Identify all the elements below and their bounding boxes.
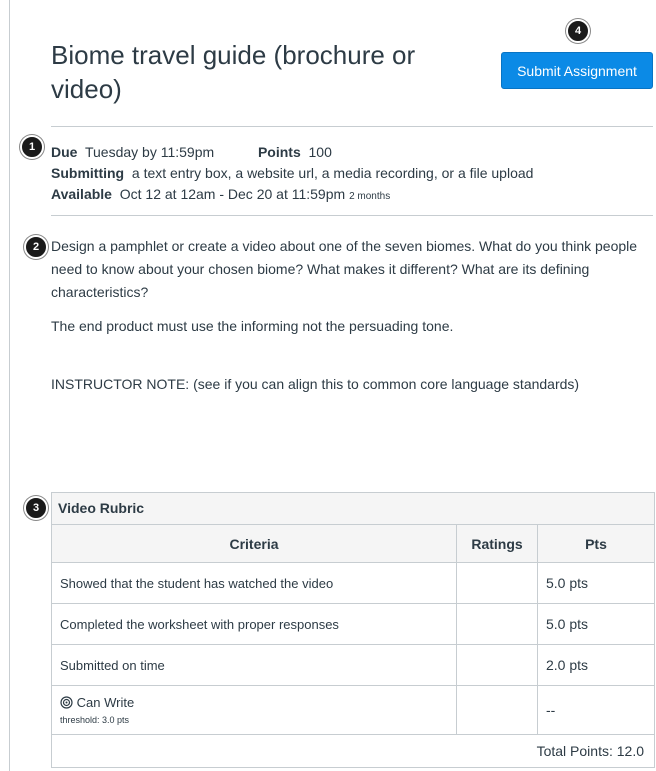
assignment-details: Due Tuesday by 11:59pm Points 100 Submit…: [51, 142, 533, 207]
outcome-name: Can Write: [76, 695, 135, 710]
criteria-header: Criteria: [52, 525, 457, 563]
criterion-points: 5.0 pts: [537, 562, 654, 604]
available-duration: 2 months: [349, 191, 391, 202]
description-paragraph: The end product must use the informing n…: [51, 318, 454, 334]
page-title: Biome travel guide (brochure or video): [51, 40, 416, 104]
criterion-points: 2.0 pts: [537, 644, 654, 686]
criterion-description: Submitted on time: [52, 644, 457, 686]
points-label: Points: [257, 144, 301, 160]
submitting-label: Submitting: [51, 165, 125, 181]
submitting-row: Submitting a text entry box, a website u…: [51, 163, 533, 184]
criterion-description: Showed that the student has watched the …: [52, 562, 457, 604]
rubric-total-points: Total Points: 12.0: [536, 743, 644, 759]
criterion-ratings: [456, 603, 538, 645]
available-label: Available: [51, 186, 112, 202]
left-border: [9, 0, 10, 771]
submitting-value: a text entry box, a website url, a media…: [131, 165, 534, 181]
due-row: Due Tuesday by 11:59pm Points 100: [51, 142, 533, 163]
criterion-description: Completed the worksheet with proper resp…: [52, 603, 457, 645]
table-row: Showed that the student has watched the …: [52, 562, 654, 604]
points-value: 100: [308, 144, 332, 160]
callout-badge-3: 3: [24, 496, 48, 520]
due-value: Tuesday by 11:59pm: [84, 144, 215, 160]
table-row: Completed the worksheet with proper resp…: [52, 603, 654, 645]
target-icon: [60, 696, 73, 712]
criterion-ratings: [456, 644, 538, 686]
rubric-header-row: Criteria Ratings Pts: [52, 525, 654, 563]
outcome-ratings: [456, 685, 538, 735]
table-row: Submitted on time 2.0 pts: [52, 644, 654, 686]
instructor-note: INSTRUCTOR NOTE: (see if you can align t…: [51, 376, 580, 392]
ratings-header: Ratings: [456, 525, 538, 563]
submit-assignment-button[interactable]: Submit Assignment: [501, 52, 653, 89]
outcome-cell: Can Write threshold: 3.0 pts: [52, 685, 457, 735]
callout-badge-1: 1: [20, 135, 44, 159]
rubric-table: Criteria Ratings Pts Showed that the stu…: [52, 525, 654, 735]
description-paragraph: Design a pamphlet or create a video abou…: [51, 238, 638, 300]
outcome-points: --: [537, 685, 654, 735]
callout-badge-4: 4: [566, 19, 590, 43]
divider: [51, 215, 653, 216]
available-row: Available Oct 12 at 12am - Dec 20 at 11:…: [51, 184, 533, 207]
available-value: Oct 12 at 12am - Dec 20 at 11:59pm: [119, 186, 346, 202]
due-label: Due: [51, 144, 78, 160]
criterion-ratings: [456, 562, 538, 604]
criterion-points: 5.0 pts: [537, 603, 654, 645]
assignment-description: Design a pamphlet or create a video abou…: [51, 235, 641, 396]
rubric: Video Rubric Criteria Ratings Pts Showed…: [51, 492, 655, 768]
rubric-title: Video Rubric: [52, 493, 654, 525]
divider: [51, 126, 653, 127]
table-row: Can Write threshold: 3.0 pts --: [52, 685, 654, 735]
pts-header: Pts: [537, 525, 654, 563]
outcome-threshold: threshold: 3.0 pts: [60, 715, 130, 725]
callout-badge-2: 2: [24, 235, 48, 259]
